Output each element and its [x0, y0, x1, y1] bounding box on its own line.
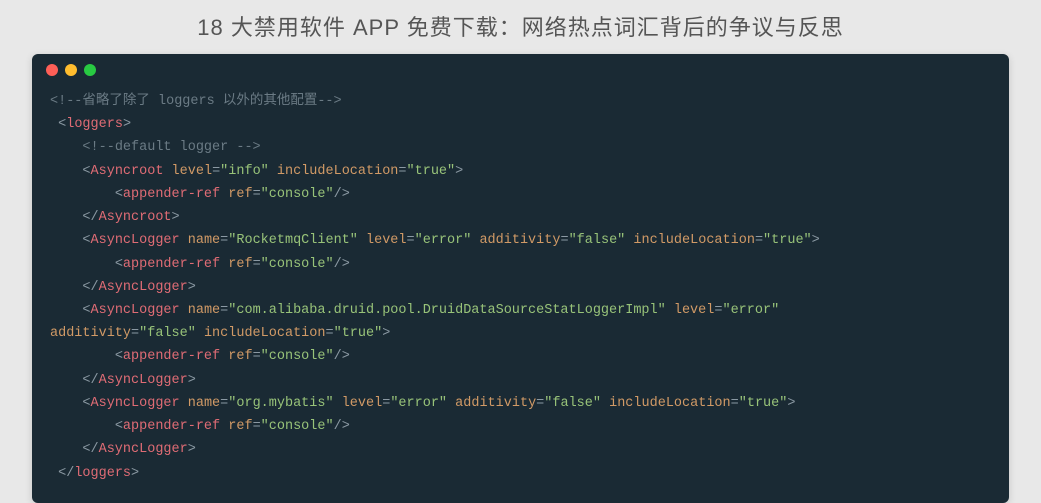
tag: AsyncLogger — [91, 396, 180, 411]
attr-val: "false" — [569, 233, 626, 248]
tag: Asyncroot — [99, 210, 172, 225]
attr: name — [188, 396, 220, 411]
minimize-icon[interactable] — [65, 64, 77, 76]
attr-val: "RocketmqClient" — [228, 233, 358, 248]
tag: AsyncLogger — [99, 373, 188, 388]
attr: ref — [228, 419, 252, 434]
attr-val: "false" — [544, 396, 601, 411]
attr: includeLocation — [633, 233, 755, 248]
attr-val: "error" — [722, 303, 779, 318]
attr-val: "console" — [261, 257, 334, 272]
tag: appender-ref — [123, 419, 220, 434]
attr-val: "true" — [407, 164, 456, 179]
attr-val: "error" — [415, 233, 472, 248]
tag: appender-ref — [123, 257, 220, 272]
titlebar — [32, 54, 1009, 82]
attr-val: "true" — [763, 233, 812, 248]
attr: includeLocation — [609, 396, 731, 411]
maximize-icon[interactable] — [84, 64, 96, 76]
attr-val: "org.mybatis" — [228, 396, 333, 411]
attr: additivity — [50, 326, 131, 341]
tag: loggers — [66, 117, 123, 132]
bracket: < — [58, 117, 66, 132]
attr: ref — [228, 257, 252, 272]
attr-val: "console" — [261, 419, 334, 434]
bracket: > — [123, 117, 131, 132]
attr: ref — [228, 187, 252, 202]
close-icon[interactable] — [46, 64, 58, 76]
comment: <!--default logger --> — [74, 140, 260, 155]
tag: AsyncLogger — [99, 442, 188, 457]
attr: name — [188, 233, 220, 248]
attr-val: "false" — [139, 326, 196, 341]
attr-val: "console" — [261, 187, 334, 202]
attr-val: "true" — [334, 326, 383, 341]
attr-val: "console" — [261, 349, 334, 364]
attr: level — [674, 303, 715, 318]
attr: ref — [228, 349, 252, 364]
attr-val: "error" — [390, 396, 447, 411]
attr: level — [342, 396, 383, 411]
attr: includeLocation — [204, 326, 326, 341]
code-block: <!--省略了除了 loggers 以外的其他配置--> <loggers> <… — [32, 82, 1009, 503]
attr-val: "true" — [739, 396, 788, 411]
tag: loggers — [74, 466, 131, 481]
attr: level — [366, 233, 407, 248]
tag: AsyncLogger — [91, 233, 180, 248]
attr: level — [172, 164, 213, 179]
attr: name — [188, 303, 220, 318]
attr: includeLocation — [277, 164, 399, 179]
attr: additivity — [479, 233, 560, 248]
tag: AsyncLogger — [99, 280, 188, 295]
tag: appender-ref — [123, 349, 220, 364]
tag: AsyncLogger — [91, 303, 180, 318]
attr-val: "com.alibaba.druid.pool.DruidDataSourceS… — [228, 303, 665, 318]
comment: <!--省略了除了 loggers 以外的其他配置--> — [50, 94, 342, 109]
attr-val: "info" — [220, 164, 269, 179]
tag: Asyncroot — [91, 164, 164, 179]
attr: additivity — [455, 396, 536, 411]
tag: appender-ref — [123, 187, 220, 202]
code-window: <!--省略了除了 loggers 以外的其他配置--> <loggers> <… — [32, 54, 1009, 503]
page-title: 18 大禁用软件 APP 免费下载：网络热点词汇背后的争议与反思 — [0, 0, 1041, 54]
